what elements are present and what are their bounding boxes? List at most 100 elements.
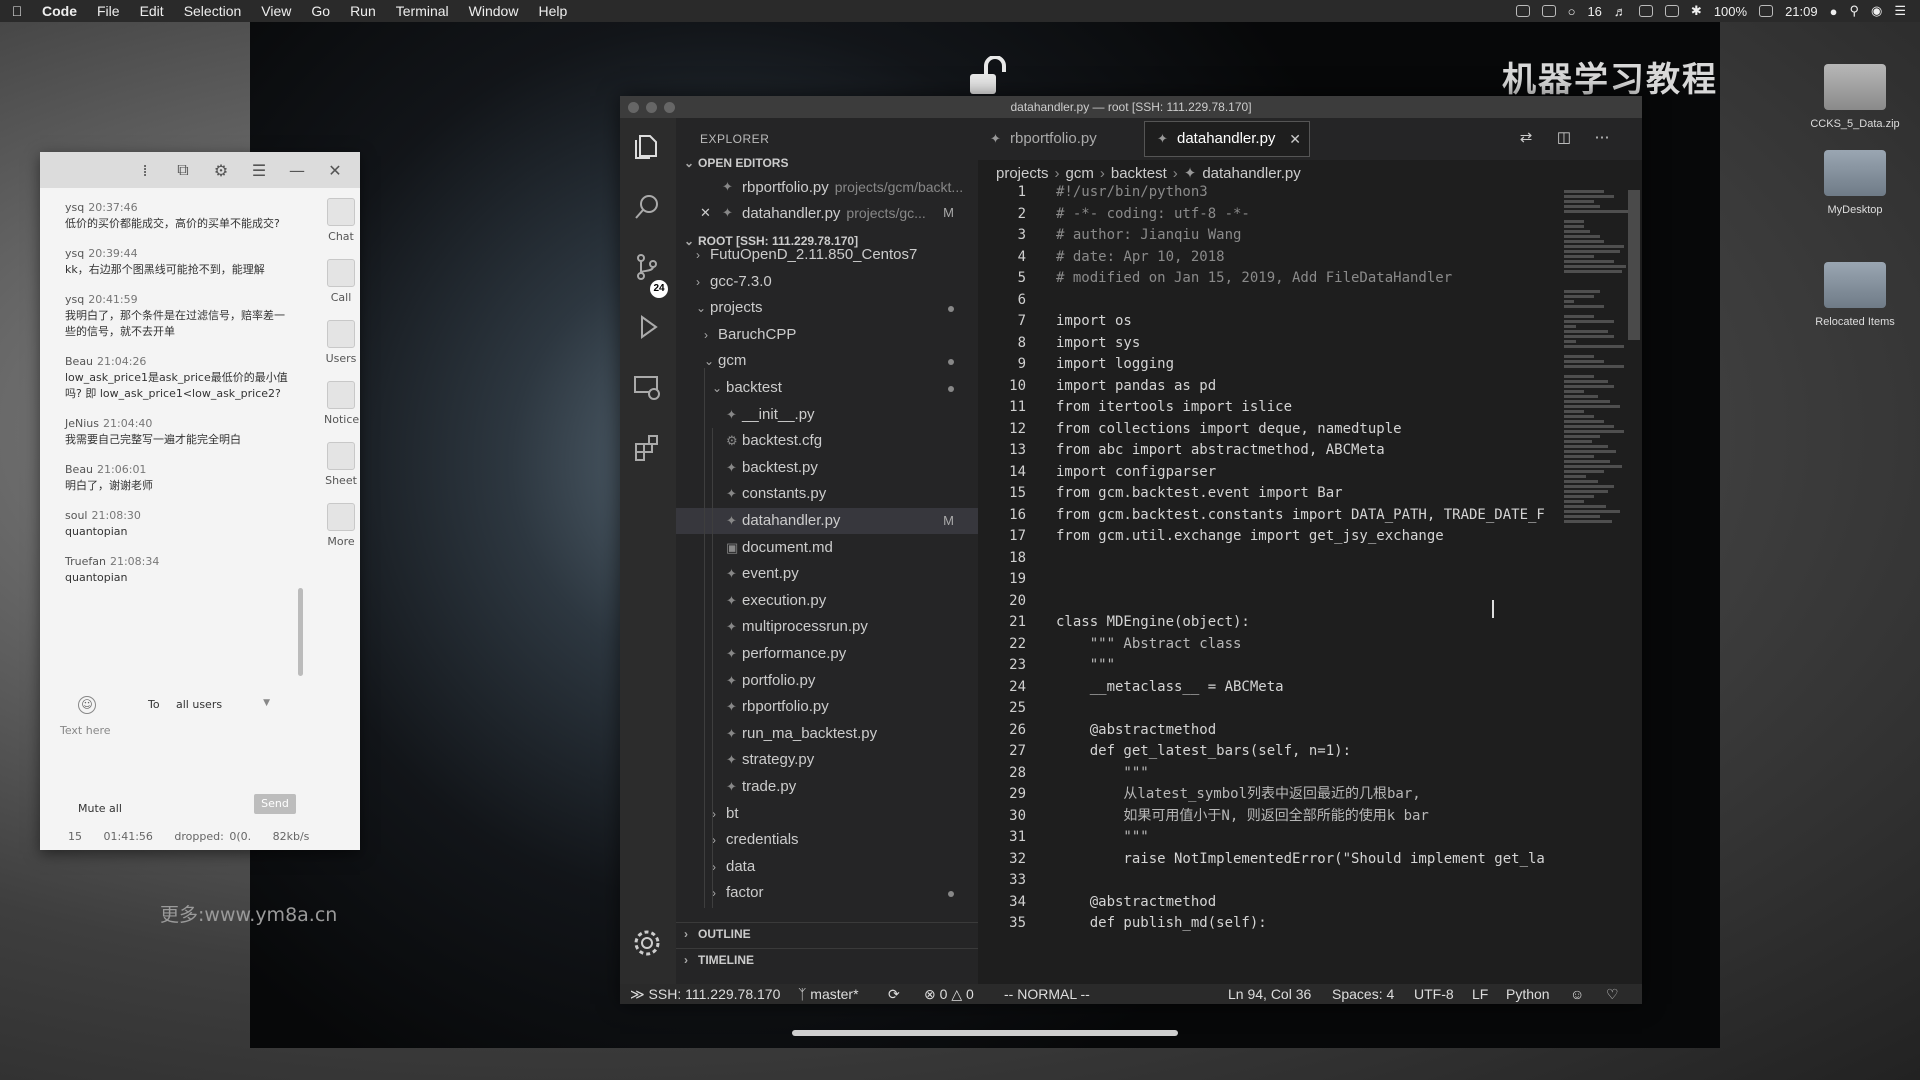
encoding[interactable]: UTF-8 bbox=[1414, 984, 1454, 1004]
side-button-more[interactable]: More bbox=[324, 503, 358, 548]
tree-file[interactable]: ✦ multiprocessrun.py bbox=[676, 614, 978, 640]
tree-folder[interactable]: › FutuOpenD_2.11.850_Centos7 bbox=[676, 242, 978, 268]
code-line[interactable]: 6 bbox=[978, 290, 1558, 312]
side-button-users[interactable]: Users bbox=[324, 320, 358, 365]
menu-view[interactable]: View bbox=[261, 3, 291, 19]
bluetooth-icon[interactable]: ✱ bbox=[1691, 3, 1702, 19]
code-line[interactable]: 35 def publish_md(self): bbox=[978, 913, 1558, 935]
spotlight-search-icon[interactable]: ⚲ bbox=[1849, 3, 1859, 19]
tree-file[interactable]: ✦ event.py bbox=[676, 561, 978, 587]
tree-folder[interactable]: › BaruchCPP bbox=[676, 322, 978, 348]
breadcrumb-item[interactable]: gcm bbox=[1066, 165, 1094, 182]
tree-file[interactable]: ✦ execution.py bbox=[676, 588, 978, 614]
tree-file[interactable]: ⚙ backtest.cfg bbox=[676, 428, 978, 454]
code-line[interactable]: 5 # modified on Jan 15, 2019, Add FileDat… bbox=[978, 268, 1558, 290]
problems-indicator[interactable]: ⊗ 0 △ 0 bbox=[924, 984, 974, 1004]
open-changes-icon[interactable]: ⇄ bbox=[1516, 128, 1536, 148]
side-button-sheet[interactable]: Sheet bbox=[324, 442, 358, 487]
resize-grip-icon[interactable]: ⁞ bbox=[126, 161, 164, 180]
tree-file[interactable]: ✦ datahandler.py M bbox=[676, 508, 978, 534]
menu-file[interactable]: File bbox=[97, 3, 120, 19]
explorer-files-icon[interactable] bbox=[632, 132, 662, 162]
send-button[interactable]: Send bbox=[254, 794, 296, 814]
code-line[interactable]: 2 # -*- coding: utf-8 -*- bbox=[978, 204, 1558, 226]
battery-icon[interactable] bbox=[1759, 5, 1774, 17]
chat-scrollbar[interactable] bbox=[298, 588, 303, 676]
timeline-header[interactable]: › TIMELINE bbox=[676, 948, 978, 970]
code-line[interactable]: 8 import sys bbox=[978, 333, 1558, 355]
volume-icon[interactable]: ♬ bbox=[1614, 4, 1627, 19]
code-editor[interactable]: 1 #!/usr/bin/python3 2 # -*- coding: utf-8 … bbox=[978, 182, 1642, 938]
code-line[interactable]: 32 raise NotImplementedError("Should imp… bbox=[978, 849, 1558, 871]
minimize-icon[interactable]: — bbox=[278, 161, 316, 180]
code-line[interactable]: 29 从latest_symbol列表中返回最近的几根bar, bbox=[978, 784, 1558, 806]
siri-icon[interactable]: ◉ bbox=[1871, 3, 1882, 19]
code-line[interactable]: 30 如果可用值小于N, 则返回全部所能的使用k bar bbox=[978, 806, 1558, 828]
code-line[interactable]: 13 from abc import abstractmethod, ABCMet… bbox=[978, 440, 1558, 462]
control-center-icon[interactable]: ☰ bbox=[1894, 3, 1906, 19]
desktop-file-ccks[interactable]: CCKS_5_Data.zip bbox=[1800, 64, 1910, 130]
tree-folder[interactable]: › bt bbox=[676, 801, 978, 827]
emoji-icon[interactable]: ☺ bbox=[78, 696, 96, 714]
desktop-folder-mydesktop[interactable]: MyDesktop bbox=[1800, 150, 1910, 216]
side-button-notice[interactable]: Notice bbox=[324, 381, 359, 426]
menu-window[interactable]: Window bbox=[469, 3, 519, 19]
recipient-select[interactable]: all users ▼ bbox=[176, 698, 270, 711]
wechat-icon[interactable]: ○ bbox=[1568, 4, 1576, 19]
run-debug-icon[interactable] bbox=[632, 312, 662, 342]
end-of-line[interactable]: LF bbox=[1472, 984, 1488, 1004]
tree-folder[interactable]: › data bbox=[676, 854, 978, 880]
breadcrumb-item[interactable]: backtest bbox=[1111, 165, 1167, 182]
outline-header[interactable]: › OUTLINE bbox=[676, 922, 978, 944]
code-line[interactable]: 28 """ bbox=[978, 763, 1558, 785]
breadcrumb-item[interactable]: projects bbox=[996, 165, 1049, 182]
tree-folder[interactable]: ⌄ projects bbox=[676, 295, 978, 321]
window-zoom-button[interactable] bbox=[664, 102, 675, 113]
input-method-icon[interactable] bbox=[1664, 5, 1679, 17]
manage-gear-icon[interactable] bbox=[632, 928, 662, 958]
extensions-icon[interactable] bbox=[632, 432, 662, 462]
tree-file[interactable]: ✦ performance.py bbox=[676, 641, 978, 667]
tree-file[interactable]: ✦ strategy.py bbox=[676, 747, 978, 773]
search-icon[interactable] bbox=[632, 192, 662, 222]
source-control-icon[interactable] bbox=[632, 252, 662, 282]
clock[interactable]: 21:09 bbox=[1785, 4, 1818, 19]
git-branch[interactable]: ᛉ master* bbox=[798, 984, 859, 1004]
side-button-call[interactable]: Call bbox=[324, 259, 358, 304]
code-line[interactable]: 19 bbox=[978, 569, 1558, 591]
menu-help[interactable]: Help bbox=[538, 3, 567, 19]
code-line[interactable]: 23 """ bbox=[978, 655, 1558, 677]
remote-explorer-icon[interactable] bbox=[632, 372, 662, 402]
code-line[interactable]: 10 import pandas as pd bbox=[978, 376, 1558, 398]
code-line[interactable]: 11 from itertools import islice bbox=[978, 397, 1558, 419]
tab-rbportfolio[interactable]: ✦ rbportfolio.py bbox=[978, 118, 1138, 160]
open-editor-item[interactable]: ✦ rbportfolio.py projects/gcm/backt... bbox=[676, 174, 978, 200]
cursor-position[interactable]: Ln 94, Col 36 bbox=[1228, 984, 1311, 1004]
menu-selection[interactable]: Selection bbox=[184, 3, 242, 19]
split-editor-icon[interactable]: ◫ bbox=[1554, 128, 1574, 148]
code-line[interactable]: 27 def get_latest_bars(self, n=1): bbox=[978, 741, 1558, 763]
window-minimize-button[interactable] bbox=[646, 102, 657, 113]
desktop-folder-relocated[interactable]: Relocated Items bbox=[1800, 262, 1910, 328]
chat-message-list[interactable]: ysq 20:37:46 低价的买价都能成交，高价的买单不能成交? ysq 20:39:… bbox=[40, 200, 302, 660]
tree-file[interactable]: ✦ __init__.py bbox=[676, 402, 978, 428]
user-icon[interactable]: ● bbox=[1830, 4, 1838, 19]
code-line[interactable]: 33 bbox=[978, 870, 1558, 892]
tree-file[interactable]: ✦ rbportfolio.py bbox=[676, 694, 978, 720]
editor-vertical-scrollbar[interactable] bbox=[1628, 190, 1640, 340]
tree-folder[interactable]: ⌄ gcm bbox=[676, 348, 978, 374]
apple-menu-icon[interactable]:  bbox=[10, 3, 24, 19]
code-line[interactable]: 14 import configparser bbox=[978, 462, 1558, 484]
sync-icon[interactable]: ⟳ bbox=[888, 984, 900, 1004]
message-input[interactable]: Text here bbox=[60, 724, 111, 737]
menu-app-code[interactable]: Code bbox=[42, 3, 77, 19]
remote-indicator[interactable]: ≫ SSH: 111.229.78.170 bbox=[630, 984, 780, 1004]
open-editor-item[interactable]: ✕ ✦ datahandler.py projects/gc... M bbox=[676, 200, 978, 226]
menu-edit[interactable]: Edit bbox=[140, 3, 164, 19]
code-line[interactable]: 36 raise NotImplementedError("Should imp… bbox=[978, 935, 1558, 939]
close-icon[interactable]: ✕ bbox=[700, 200, 711, 226]
code-line[interactable]: 15 from gcm.backtest.event import Bar bbox=[978, 483, 1558, 505]
popout-icon[interactable]: ⧉ bbox=[164, 160, 202, 180]
settings-gear-icon[interactable]: ⚙ bbox=[202, 161, 240, 180]
menu-icon[interactable]: ☰ bbox=[240, 161, 278, 180]
